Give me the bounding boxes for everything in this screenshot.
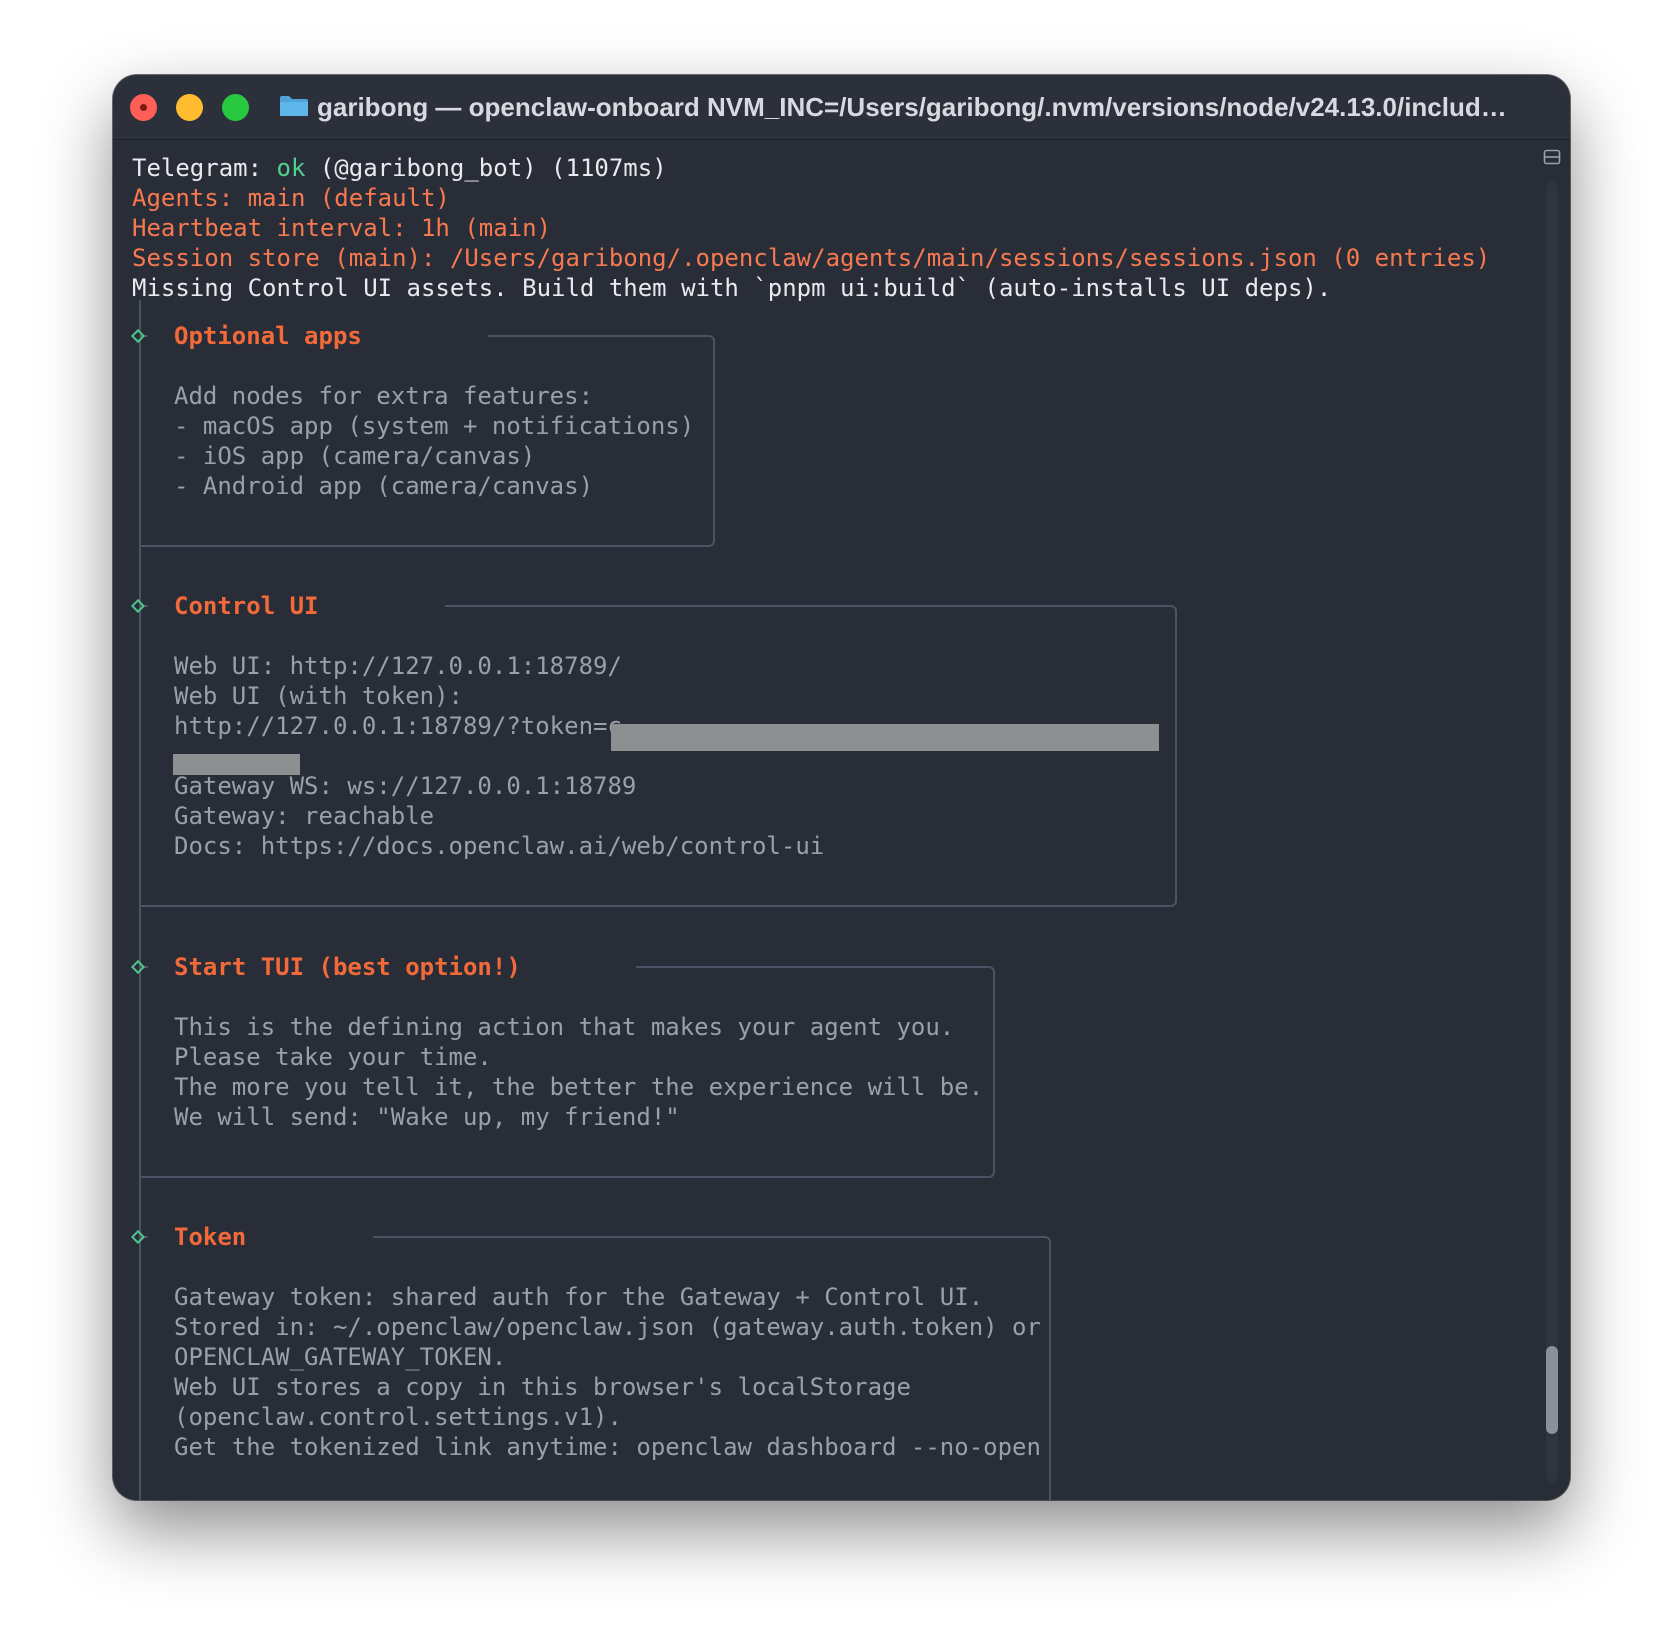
close-light-icon[interactable]	[130, 94, 157, 121]
web-ui-token-label: Web UI (with token):	[174, 682, 463, 710]
terminal-window: garibong — openclaw-onboard NVM_INC=/Use…	[113, 75, 1570, 1500]
token-line: Gateway token: shared auth for the Gatew…	[174, 1283, 984, 1311]
token-line: Stored in: ~/.openclaw/openclaw.json (ga…	[174, 1313, 1041, 1341]
telegram-status-line: Telegram: ok (@garibong_bot) (1107ms)	[132, 153, 667, 183]
start-tui-line: The more you tell it, the better the exp…	[174, 1073, 984, 1101]
zoom-light-icon[interactable]	[222, 94, 249, 121]
gateway-ws-line: Gateway WS: ws://127.0.0.1:18789	[174, 772, 637, 800]
token-line: Web UI stores a copy in this browser's l…	[174, 1373, 911, 1401]
telegram-ok-badge: ok	[276, 154, 306, 182]
minimize-light-icon[interactable]	[176, 94, 203, 121]
scrollbar-track[interactable]	[1546, 182, 1558, 1482]
control-ui-title: Control UI	[174, 592, 319, 620]
optional-apps-title: Optional apps	[174, 322, 362, 350]
missing-assets-line: Missing Control UI assets. Build them wi…	[132, 274, 1332, 302]
web-ui-token-url[interactable]: http://127.0.0.1:18789/?token=c	[174, 711, 622, 741]
token-line: OPENCLAW_GATEWAY_TOKEN.	[174, 1343, 507, 1371]
optional-apps-line: - iOS app (camera/canvas)	[174, 442, 536, 470]
token-title: Token	[174, 1223, 247, 1251]
web-ui-url[interactable]: Web UI: http://127.0.0.1:18789/	[174, 651, 622, 681]
telegram-detail: (@garibong_bot) (1107ms)	[305, 154, 667, 182]
heartbeat-line: Heartbeat interval: 1h (main)	[132, 214, 552, 242]
gateway-status-line: Gateway: reachable	[174, 802, 435, 830]
window-title: garibong — openclaw-onboard NVM_INC=/Use…	[317, 92, 1507, 122]
redacted-token	[611, 724, 1159, 751]
scrollbar-thumb[interactable]	[1546, 1346, 1558, 1434]
connector-line	[139, 300, 141, 331]
scrollbar[interactable]	[1534, 140, 1570, 1500]
start-tui-line: We will send: "Wake up, my friend!"	[174, 1103, 680, 1131]
terminal-output[interactable]: Telegram: ok (@garibong_bot) (1107ms) Ag…	[113, 140, 1534, 1500]
folder-icon	[280, 96, 308, 116]
optional-apps-line: - macOS app (system + notifications)	[174, 412, 695, 440]
docs-link[interactable]: Docs: https://docs.openclaw.ai/web/contr…	[174, 831, 824, 861]
token-line: Get the tokenized link anytime: openclaw…	[174, 1433, 1041, 1461]
title-bar[interactable]: garibong — openclaw-onboard NVM_INC=/Use…	[113, 75, 1570, 140]
start-tui-line: Please take your time.	[174, 1043, 492, 1071]
start-tui-line: This is the defining action that makes y…	[174, 1013, 955, 1041]
token-line: (openclaw.control.settings.v1).	[174, 1403, 622, 1431]
session-store-line: Session store (main): /Users/garibong/.o…	[132, 244, 1491, 272]
sidebar-toggle-icon[interactable]	[1543, 148, 1561, 166]
optional-apps-line: - Android app (camera/canvas)	[174, 472, 594, 500]
agents-line: Agents: main (default)	[132, 184, 450, 212]
start-tui-title: Start TUI (best option!)	[174, 953, 521, 981]
optional-apps-line: Add nodes for extra features:	[174, 382, 594, 410]
telegram-label: Telegram:	[132, 154, 277, 182]
